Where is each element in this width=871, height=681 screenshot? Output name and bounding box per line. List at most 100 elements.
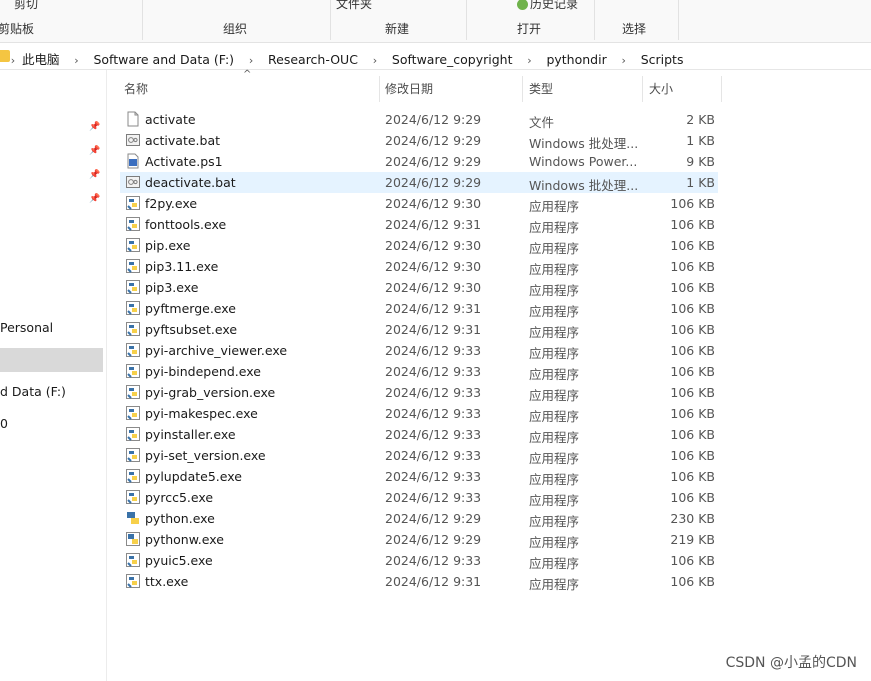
file-name[interactable]: f2py.exe bbox=[145, 196, 197, 211]
file-name[interactable]: pyinstaller.exe bbox=[145, 427, 236, 442]
table-row[interactable]: pip3.11.exe 2024/6/12 9:30 应用程序 106 KB bbox=[120, 256, 718, 277]
table-row[interactable]: deactivate.bat 2024/6/12 9:29 Windows 批处理.… bbox=[120, 172, 718, 193]
py-exe-icon bbox=[125, 216, 141, 232]
pin-icon[interactable]: 📌 bbox=[89, 170, 100, 180]
file-name[interactable]: Activate.ps1 bbox=[145, 154, 223, 169]
table-row[interactable]: pyi-set_version.exe 2024/6/12 9:33 应用程序 106… bbox=[120, 445, 718, 466]
file-type: 应用程序 bbox=[529, 556, 580, 571]
chevron-right-icon[interactable]: › bbox=[516, 54, 542, 67]
file-name[interactable]: pyi-archive_viewer.exe bbox=[145, 343, 287, 358]
file-type: 应用程序 bbox=[529, 346, 580, 361]
file-name[interactable]: activate.bat bbox=[145, 133, 220, 148]
table-row[interactable]: pyuic5.exe 2024/6/12 9:33 应用程序 106 KB bbox=[120, 550, 718, 571]
table-row[interactable]: pythonw.exe 2024/6/12 9:29 应用程序 219 KB bbox=[120, 529, 718, 550]
ribbon-group-new: 新建 bbox=[385, 22, 410, 36]
file-date: 2024/6/12 9:31 bbox=[385, 574, 482, 589]
nav-item-drive[interactable]: d Data (F:) bbox=[0, 384, 66, 399]
breadcrumb-software-copyright[interactable]: Software_copyright bbox=[392, 52, 513, 67]
table-row[interactable]: pyi-bindepend.exe 2024/6/12 9:33 应用程序 106 K… bbox=[120, 361, 718, 382]
py-exe-icon bbox=[125, 489, 141, 505]
table-row[interactable]: pip.exe 2024/6/12 9:30 应用程序 106 KB bbox=[120, 235, 718, 256]
breadcrumb-drive[interactable]: Software and Data (F:) bbox=[93, 52, 234, 67]
table-row[interactable]: pyi-archive_viewer.exe 2024/6/12 9:33 应用程序… bbox=[120, 340, 718, 361]
column-header-name[interactable]: 名称 bbox=[124, 80, 148, 102]
history-button[interactable]: 历史记录 bbox=[517, 0, 578, 12]
table-row[interactable]: pyrcc5.exe 2024/6/12 9:33 应用程序 106 KB bbox=[120, 487, 718, 508]
breadcrumb-scripts[interactable]: Scripts bbox=[641, 52, 684, 67]
pin-icon[interactable]: 📌 bbox=[89, 194, 100, 204]
table-row[interactable]: pyi-grab_version.exe 2024/6/12 9:33 应用程序 10… bbox=[120, 382, 718, 403]
table-row[interactable]: pylupdate5.exe 2024/6/12 9:33 应用程序 106 KB bbox=[120, 466, 718, 487]
nav-item-personal[interactable]: Personal bbox=[0, 320, 53, 335]
file-name[interactable]: pip3.11.exe bbox=[145, 259, 218, 274]
new-folder-button[interactable]: 文件夹 bbox=[336, 0, 372, 12]
file-name[interactable]: ttx.exe bbox=[145, 574, 188, 589]
py-exe-icon bbox=[125, 426, 141, 442]
file-name[interactable]: activate bbox=[145, 112, 196, 127]
table-row[interactable]: Activate.ps1 2024/6/12 9:29 Windows Power.… bbox=[120, 151, 718, 172]
column-divider[interactable] bbox=[721, 76, 722, 102]
table-row[interactable]: f2py.exe 2024/6/12 9:30 应用程序 106 KB bbox=[120, 193, 718, 214]
file-size: 106 KB bbox=[670, 364, 715, 379]
breadcrumb-research[interactable]: Research-OUC bbox=[268, 52, 358, 67]
file-name[interactable]: pyftmerge.exe bbox=[145, 301, 236, 316]
table-row[interactable]: pip3.exe 2024/6/12 9:30 应用程序 106 KB bbox=[120, 277, 718, 298]
file-type: 应用程序 bbox=[529, 409, 580, 424]
nav-item-selected[interactable] bbox=[0, 348, 103, 372]
file-date: 2024/6/12 9:29 bbox=[385, 154, 482, 169]
file-name[interactable]: pylupdate5.exe bbox=[145, 469, 242, 484]
column-header-date[interactable]: 修改日期 bbox=[385, 80, 433, 102]
table-row[interactable]: pyi-makespec.exe 2024/6/12 9:33 应用程序 106 KB bbox=[120, 403, 718, 424]
file-type: 应用程序 bbox=[529, 283, 580, 298]
breadcrumb-pythondir[interactable]: pythondir bbox=[546, 52, 606, 67]
file-name[interactable]: pythonw.exe bbox=[145, 532, 224, 547]
pin-icon[interactable]: 📌 bbox=[89, 122, 100, 132]
file-name[interactable]: pyi-set_version.exe bbox=[145, 448, 266, 463]
column-header-size[interactable]: 大小 bbox=[649, 80, 673, 102]
chevron-right-icon[interactable]: › bbox=[362, 54, 388, 67]
file-date: 2024/6/12 9:33 bbox=[385, 469, 482, 484]
chevron-right-icon[interactable]: › bbox=[238, 54, 264, 67]
file-type: 应用程序 bbox=[529, 472, 580, 487]
file-name[interactable]: pyuic5.exe bbox=[145, 553, 213, 568]
column-divider[interactable] bbox=[642, 76, 643, 102]
table-row[interactable]: python.exe 2024/6/12 9:29 应用程序 230 KB bbox=[120, 508, 718, 529]
file-type: 应用程序 bbox=[529, 430, 580, 445]
chevron-right-icon[interactable]: › bbox=[63, 54, 89, 67]
file-name[interactable]: pip.exe bbox=[145, 238, 191, 253]
ribbon-divider bbox=[142, 0, 143, 40]
table-row[interactable]: activate.bat 2024/6/12 9:29 Windows 批处理...… bbox=[120, 130, 718, 151]
table-row[interactable]: pyftmerge.exe 2024/6/12 9:31 应用程序 106 KB bbox=[120, 298, 718, 319]
table-row[interactable]: pyinstaller.exe 2024/6/12 9:33 应用程序 106 KB bbox=[120, 424, 718, 445]
column-divider[interactable] bbox=[522, 76, 523, 102]
address-bar[interactable]: › 此电脑 › Software and Data (F:) › Researc… bbox=[0, 43, 871, 70]
py-exe-icon bbox=[125, 405, 141, 421]
column-divider[interactable] bbox=[379, 76, 380, 102]
file-type: Windows Power... bbox=[529, 154, 638, 169]
table-row[interactable]: pyftsubset.exe 2024/6/12 9:31 应用程序 106 KB bbox=[120, 319, 718, 340]
column-header-type[interactable]: 类型 bbox=[529, 80, 553, 102]
file-name[interactable]: pyftsubset.exe bbox=[145, 322, 237, 337]
file-type: 应用程序 bbox=[529, 514, 580, 529]
file-name[interactable]: fonttools.exe bbox=[145, 217, 226, 232]
table-row[interactable]: activate 2024/6/12 9:29 文件 2 KB bbox=[120, 109, 718, 130]
table-row[interactable]: ttx.exe 2024/6/12 9:31 应用程序 106 KB bbox=[120, 571, 718, 592]
chevron-right-icon[interactable]: › bbox=[611, 54, 637, 67]
ribbon-divider bbox=[330, 0, 331, 40]
navigation-pane[interactable]: 📌 📌 📌 📌 Personal d Data (F:) 0 bbox=[0, 70, 107, 681]
breadcrumb-this-pc[interactable]: 此电脑 bbox=[22, 49, 60, 68]
file-size: 230 KB bbox=[670, 511, 715, 526]
pin-icon[interactable]: 📌 bbox=[89, 146, 100, 156]
file-name[interactable]: pip3.exe bbox=[145, 280, 198, 295]
file-name[interactable]: pyi-makespec.exe bbox=[145, 406, 258, 421]
file-name[interactable]: pyrcc5.exe bbox=[145, 490, 213, 505]
cut-button[interactable]: 剪切 bbox=[0, 0, 38, 12]
table-row[interactable]: fonttools.exe 2024/6/12 9:31 应用程序 106 KB bbox=[120, 214, 718, 235]
file-name[interactable]: python.exe bbox=[145, 511, 215, 526]
file-name[interactable]: pyi-grab_version.exe bbox=[145, 385, 275, 400]
file-name[interactable]: pyi-bindepend.exe bbox=[145, 364, 261, 379]
nav-item-partial[interactable]: 0 bbox=[0, 416, 8, 431]
file-name[interactable]: deactivate.bat bbox=[145, 175, 236, 190]
py-exe-icon bbox=[125, 342, 141, 358]
history-label: 历史记录 bbox=[530, 0, 579, 11]
